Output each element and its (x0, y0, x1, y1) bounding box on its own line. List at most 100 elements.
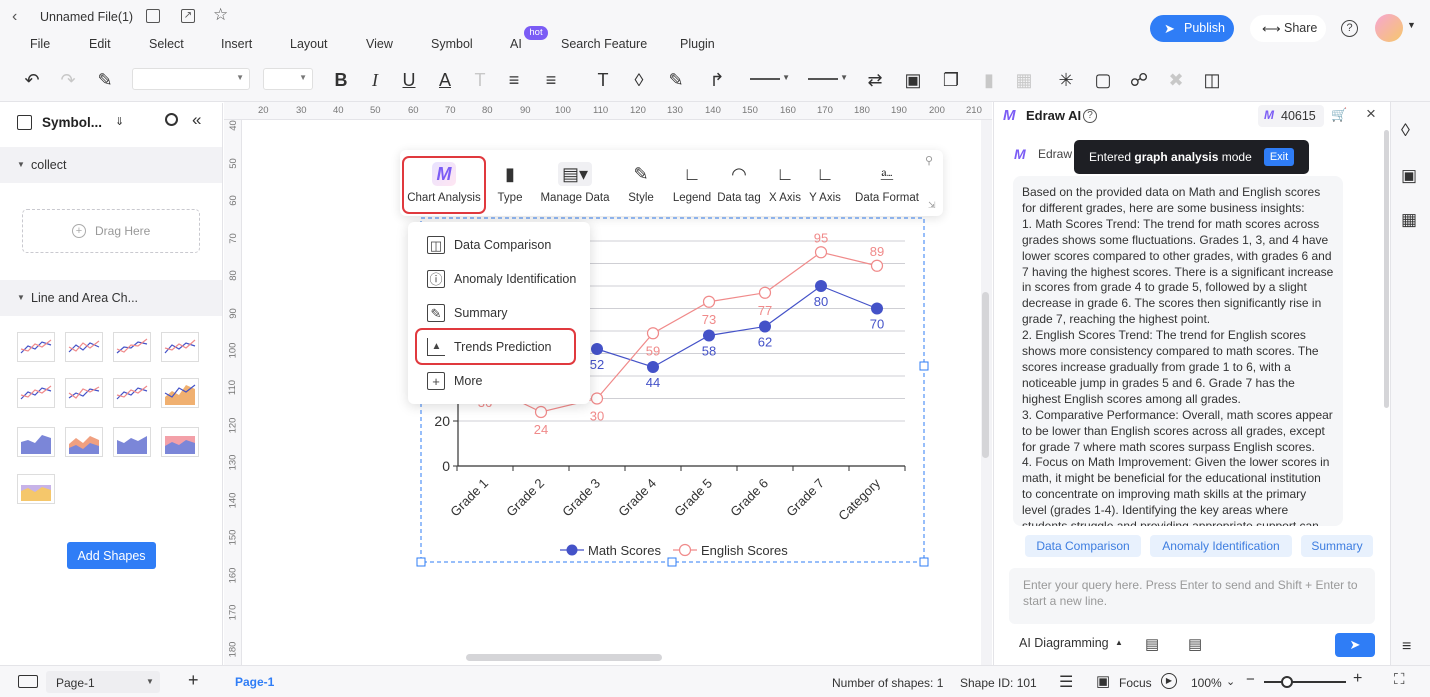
sparkle-icon[interactable]: ✳ (1055, 70, 1077, 90)
expand-icon[interactable]: ⇓ (115, 115, 124, 128)
area-chart-thumbnail[interactable] (161, 378, 199, 408)
menu-edit[interactable]: Edit (89, 37, 111, 51)
share-button[interactable]: ⟷ Share (1250, 15, 1326, 42)
menu-symbol[interactable]: Symbol (431, 37, 473, 51)
chart-type-button[interactable]: ▮ Type (492, 150, 528, 216)
replace-icon[interactable]: ▢ (1092, 70, 1114, 90)
zoom-level[interactable]: 100% (1191, 676, 1222, 690)
page-panel-icon[interactable] (18, 675, 38, 688)
zoom-slider-thumb[interactable] (1281, 676, 1293, 688)
arrow-style-icon[interactable]: ⇄ (864, 70, 886, 90)
zoom-out-icon[interactable]: − (1246, 671, 1255, 688)
redo-icon[interactable]: ↷ (57, 70, 79, 90)
bold-icon[interactable]: B (330, 70, 352, 90)
menu-layout[interactable]: Layout (290, 37, 328, 51)
credits-badge[interactable]: M 40615 (1258, 105, 1324, 127)
mode-select[interactable]: AI Diagramming ▲ (1019, 636, 1129, 654)
menu-item-data-comparison[interactable]: ◫ Data Comparison (408, 230, 590, 260)
data-format-button[interactable]: ⎁ Data Format (855, 150, 919, 216)
style-button[interactable]: ✎ Style (622, 150, 660, 216)
menu-ai[interactable]: AI (510, 37, 522, 51)
save-icon[interactable] (146, 9, 160, 23)
publish-button[interactable]: ➤ Publish (1150, 15, 1234, 42)
line-chart-thumbnail[interactable] (17, 378, 55, 408)
help-icon[interactable]: ? (1341, 20, 1358, 37)
area-chart-thumbnail[interactable] (17, 474, 55, 504)
document-icon[interactable]: ▤ (1188, 635, 1202, 653)
style-panel-icon[interactable]: ▣ (1401, 166, 1417, 186)
menu-item-more[interactable]: + More (408, 366, 590, 396)
export-icon[interactable]: ↗ (181, 9, 195, 23)
menu-file[interactable]: File (30, 37, 50, 51)
line-chart-thumbnail[interactable] (17, 332, 55, 362)
italic-icon[interactable]: I (364, 70, 386, 90)
star-icon[interactable]: ☆ (213, 5, 228, 25)
page-select[interactable]: Page-1 ▼ (46, 671, 160, 693)
symbol-panel-title[interactable]: Symbol... (42, 115, 102, 130)
area-chart-thumbnail[interactable] (17, 427, 55, 457)
avatar[interactable] (1375, 14, 1403, 42)
area-chart-thumbnail[interactable] (113, 427, 151, 457)
distribute-icon[interactable]: ▮ (978, 70, 1000, 90)
back-icon[interactable]: ‹ (12, 8, 17, 26)
lock-icon[interactable]: ☍ (1128, 70, 1150, 90)
font-color-icon[interactable]: A (434, 70, 456, 90)
font-family-select[interactable]: ▼ (132, 68, 250, 90)
settings-sliders-icon[interactable]: ≡ (1402, 638, 1411, 656)
fit-screen-icon[interactable]: ⛶ (1394, 671, 1405, 688)
line-weight-select[interactable]: ▼ (806, 68, 850, 90)
format-painter-icon[interactable]: ✎ (94, 70, 116, 90)
connector-icon[interactable]: ↱ (706, 70, 728, 90)
menu-insert[interactable]: Insert (221, 37, 252, 51)
line-area-section-header[interactable]: ▼ Line and Area Ch... (0, 280, 222, 316)
clear-format-icon[interactable]: T (469, 70, 491, 90)
drag-here-dropzone[interactable]: + Drag Here (22, 209, 200, 253)
spacing-icon[interactable]: ≡ (540, 70, 562, 90)
manage-data-button[interactable]: ▤▾ Manage Data (539, 150, 611, 216)
close-icon[interactable]: × (1366, 104, 1376, 124)
shadow-icon[interactable]: ❐ (940, 70, 962, 90)
cart-icon[interactable]: 🛒 (1331, 107, 1347, 123)
font-size-select[interactable]: ▼ (263, 68, 313, 90)
info-icon[interactable]: ? (1083, 109, 1097, 123)
fill-bucket-icon[interactable]: ◊ (1401, 120, 1410, 141)
exit-mode-button[interactable]: Exit (1264, 148, 1294, 166)
menu-select[interactable]: Select (149, 37, 184, 51)
underline-icon[interactable]: U (398, 70, 420, 90)
group-icon[interactable]: ▦ (1013, 70, 1035, 90)
align-icon[interactable]: ≡ (503, 70, 525, 90)
fill-icon[interactable]: ◊ (628, 70, 650, 90)
focus-icon[interactable]: ▣ (1096, 672, 1110, 690)
text-icon[interactable]: T (592, 70, 614, 90)
zoom-in-icon[interactable]: + (1353, 670, 1362, 688)
ai-scrollbar[interactable] (1384, 130, 1389, 408)
chat-input[interactable]: Enter your query here. Press Enter to se… (1009, 568, 1375, 624)
chat-history-icon[interactable]: ▤ (1145, 635, 1159, 653)
line-chart-thumbnail[interactable] (113, 378, 151, 408)
collect-section-header[interactable]: ▼ collect (0, 147, 222, 183)
crop-icon[interactable]: ▣ (902, 70, 924, 90)
x-axis-button[interactable]: ∟ X Axis (767, 150, 803, 216)
chip-summary[interactable]: Summary (1301, 535, 1373, 557)
line-chart-thumbnail[interactable] (161, 332, 199, 362)
undo-icon[interactable]: ↶ (21, 70, 43, 90)
find-replace-icon[interactable]: ◫ (1201, 70, 1223, 90)
menu-item-summary[interactable]: ✎ Summary (408, 298, 590, 328)
menu-view[interactable]: View (366, 37, 393, 51)
line-chart-thumbnail[interactable] (65, 378, 103, 408)
horizontal-scrollbar[interactable] (466, 654, 662, 661)
line-chart-thumbnail[interactable] (113, 332, 151, 362)
data-tag-button[interactable]: ◠ Data tag (717, 150, 761, 216)
focus-label[interactable]: Focus (1119, 676, 1152, 690)
page-tab-active[interactable]: Page-1 (235, 675, 274, 689)
add-page-icon[interactable]: + (188, 670, 199, 691)
legend-button[interactable]: ∟ Legend (672, 150, 712, 216)
tools-icon[interactable]: ✖ (1165, 70, 1187, 90)
add-shapes-button[interactable]: Add Shapes (67, 542, 156, 569)
zoom-slider[interactable] (1264, 676, 1346, 688)
send-button[interactable]: ➤ (1335, 633, 1375, 657)
pin-icon[interactable]: ⚲ (925, 154, 933, 167)
layers-icon[interactable]: ☰ (1059, 672, 1073, 692)
collapse-panel-icon[interactable]: « (192, 110, 201, 130)
resize-handle-icon[interactable]: ⇲ (928, 200, 936, 211)
